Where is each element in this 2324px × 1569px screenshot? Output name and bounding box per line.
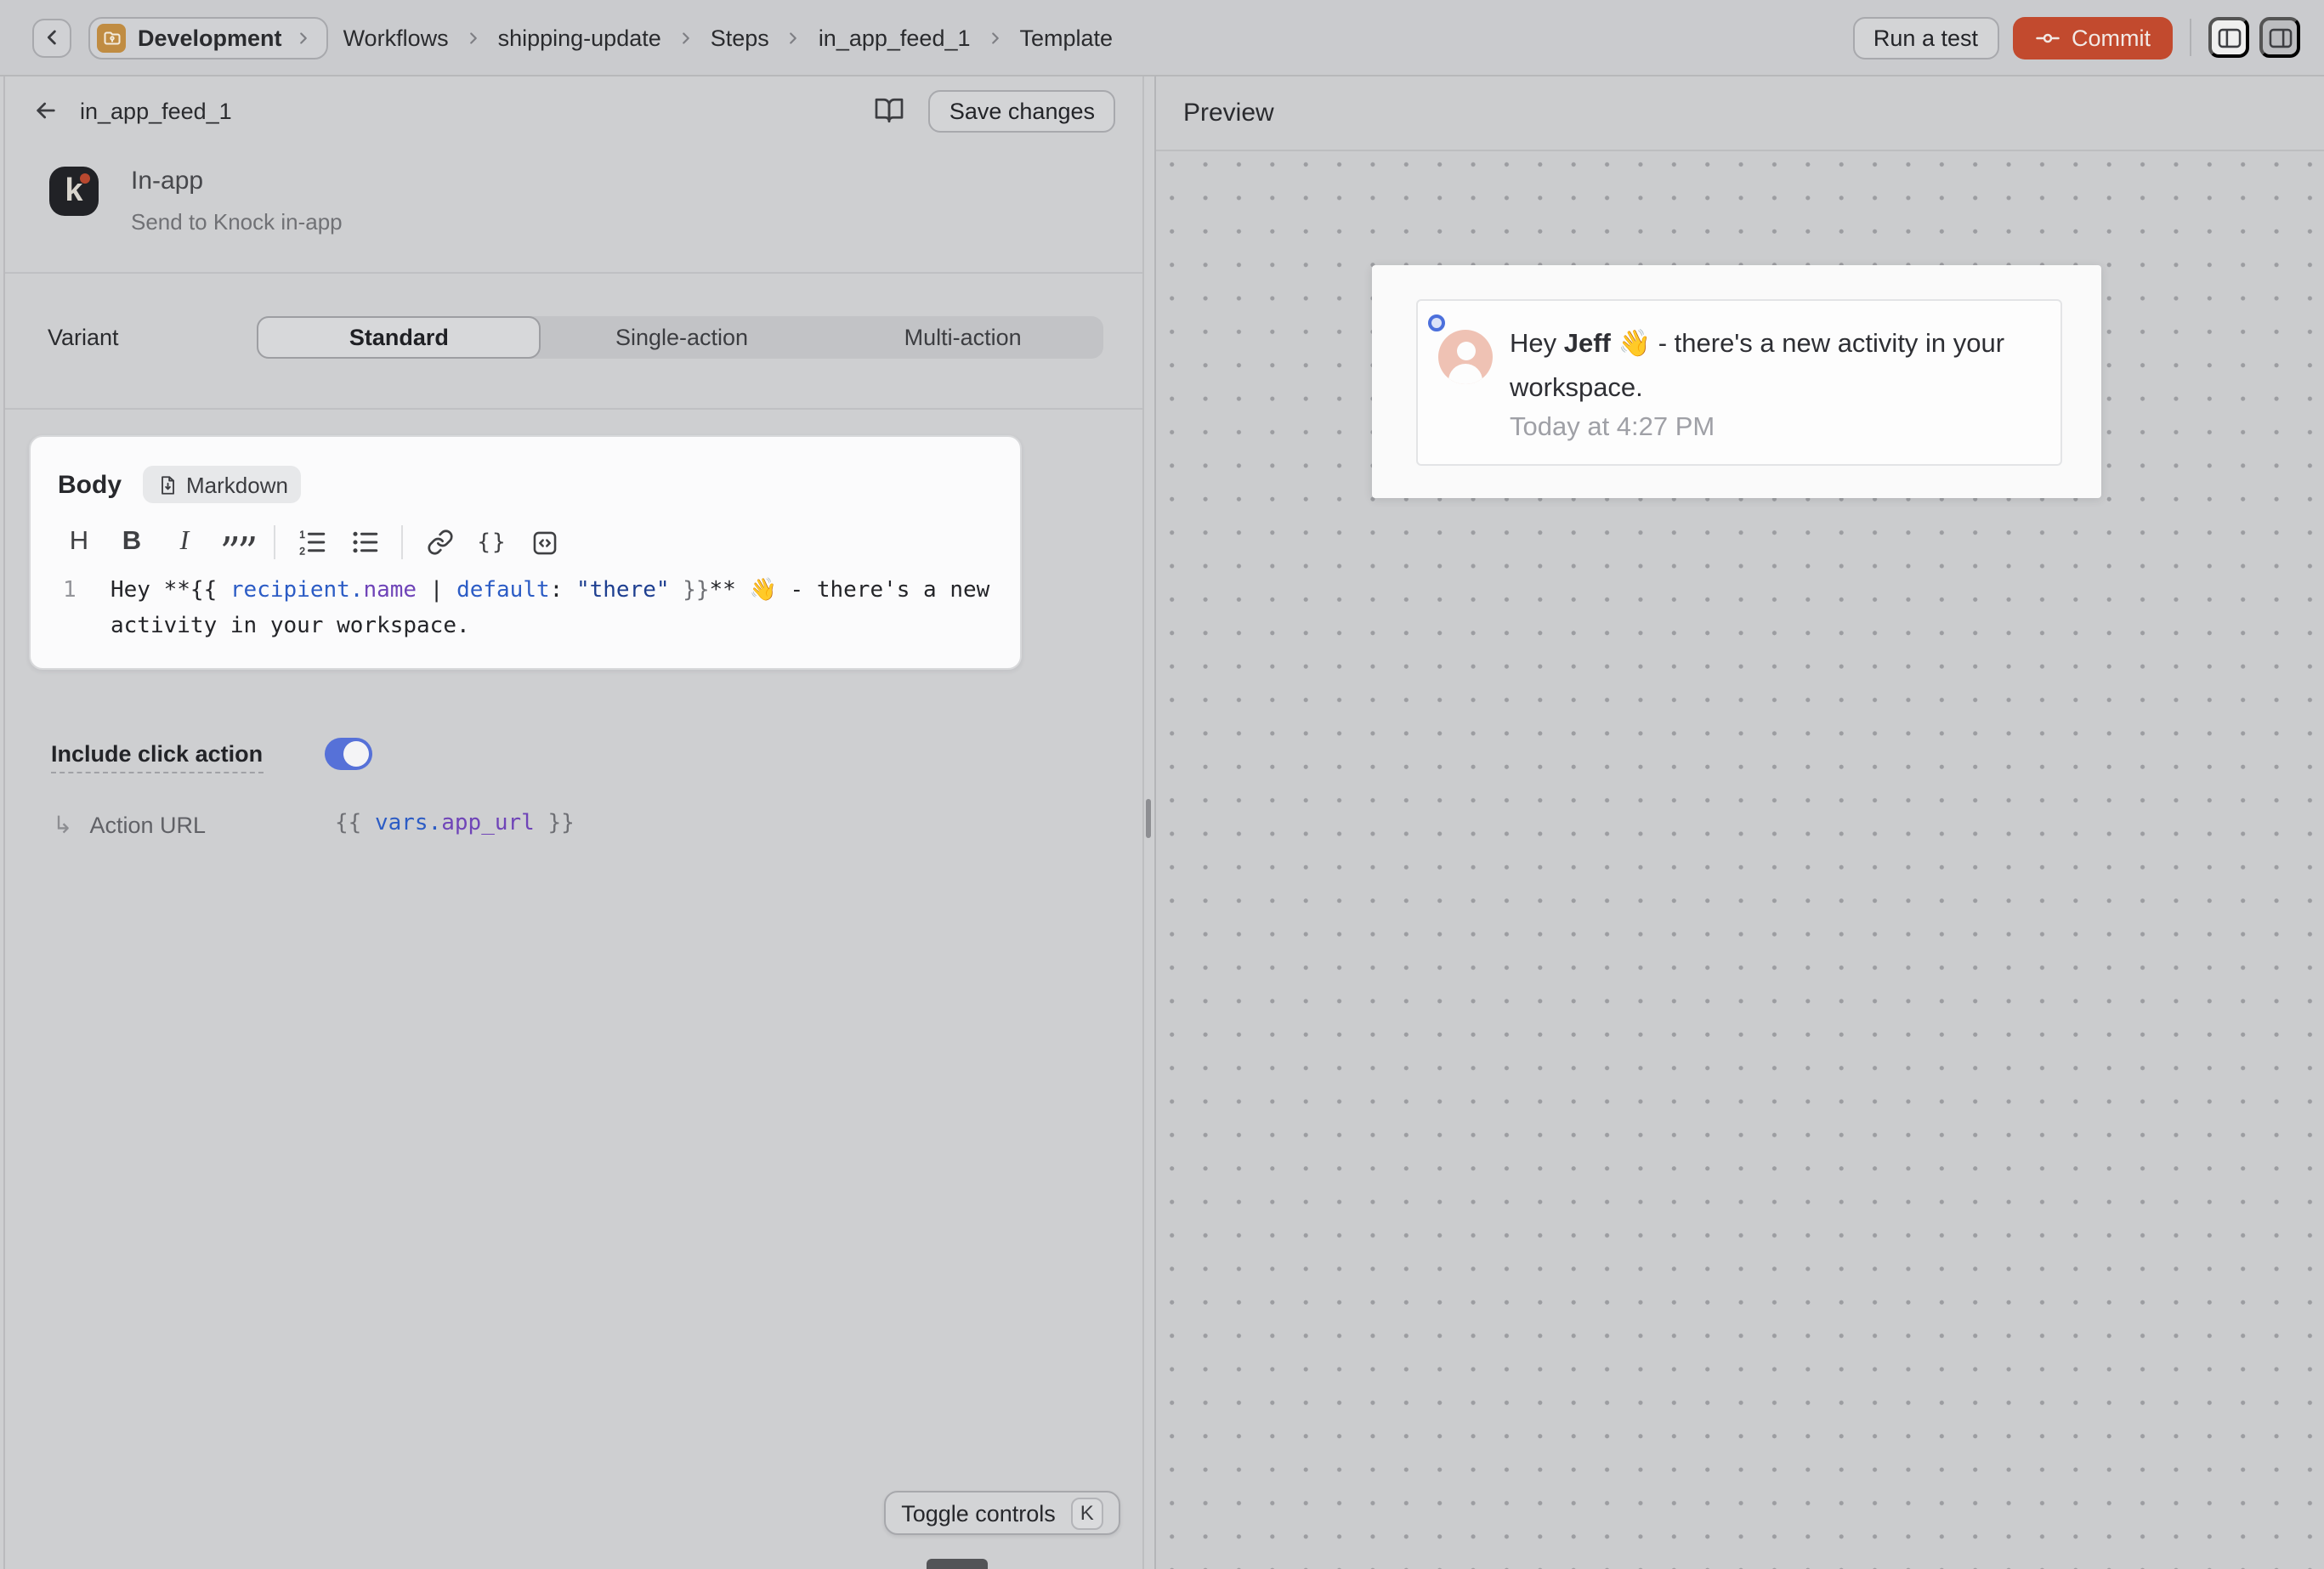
save-changes-button[interactable]: Save changes (929, 89, 1115, 132)
knock-logo: k (49, 167, 99, 216)
bullet-list-icon[interactable] (343, 522, 386, 563)
section-divider (5, 272, 1142, 274)
chevron-right-icon (785, 28, 803, 47)
ordered-list-icon[interactable]: 1 2 (291, 522, 333, 563)
toggle-right-panel-button[interactable] (2259, 17, 2300, 58)
preview-panel: Preview Hey Jeff 👋 - there's a new activ… (1154, 76, 2324, 1569)
hidden-controls-tab (927, 1559, 988, 1569)
knock-logo-dot (80, 173, 90, 184)
toolbar-divider (401, 525, 403, 559)
unread-indicator (1428, 314, 1445, 331)
body-label: Body (58, 470, 122, 499)
back-button[interactable] (32, 18, 71, 57)
step-title: in_app_feed_1 (80, 98, 232, 123)
code-block-icon[interactable] (524, 522, 566, 563)
recipient-name: Jeff (1564, 330, 1611, 359)
channel-description: Send to Knock in-app (131, 209, 343, 235)
variant-option-single-action[interactable]: Single-action (541, 316, 823, 359)
markdown-format-badge[interactable]: Markdown (142, 466, 302, 503)
template-editor-panel: in_app_feed_1 Save changes k In-app Send… (3, 76, 1144, 1569)
arrow-left-icon[interactable] (32, 97, 60, 124)
panel-resize-handle[interactable] (1146, 799, 1151, 838)
chevron-left-icon (40, 25, 64, 49)
include-click-action-toggle[interactable] (325, 738, 372, 770)
line-number: 1 (63, 573, 87, 644)
action-url-value[interactable]: {{ vars.app_url }} (335, 811, 575, 836)
breadcrumb-workflow-name[interactable]: shipping-update (498, 25, 661, 50)
variable-braces-icon[interactable]: {} (471, 522, 513, 563)
toggle-knob (343, 741, 369, 767)
toolbar-divider (274, 525, 275, 559)
top-bar: Development Workflows shipping-update St… (0, 0, 2324, 76)
environment-name: Development (138, 25, 282, 50)
channel-info: k In-app Send to Knock in-app (49, 167, 343, 235)
template-header: in_app_feed_1 Save changes (5, 76, 1142, 144)
app-window: Development Workflows shipping-update St… (0, 0, 2324, 1569)
svg-text:2: 2 (298, 545, 304, 557)
section-divider (5, 408, 1142, 410)
breadcrumb-steps[interactable]: Steps (711, 25, 769, 50)
markdown-badge-label: Markdown (186, 472, 288, 497)
variant-option-standard[interactable]: Standard (257, 316, 541, 359)
panel-right-icon (2265, 23, 2294, 52)
return-arrow-icon: ↳ (53, 810, 72, 839)
topbar-divider (2190, 19, 2191, 56)
toggle-controls-label: Toggle controls (901, 1500, 1056, 1526)
feed-preview-container: Hey Jeff 👋 - there's a new activity in y… (1372, 265, 2101, 498)
italic-icon[interactable]: I (163, 522, 206, 563)
chevron-right-icon (986, 28, 1005, 47)
avatar (1438, 330, 1493, 384)
link-icon[interactable] (418, 522, 461, 563)
keyboard-shortcut-badge: K (1071, 1497, 1103, 1529)
variant-option-multi-action[interactable]: Multi-action (822, 316, 1103, 359)
breadcrumb-step-name[interactable]: in_app_feed_1 (819, 25, 971, 50)
chevron-right-icon (464, 28, 483, 47)
docs-book-icon[interactable] (875, 95, 905, 126)
chevron-right-icon (677, 28, 695, 47)
body-code-editor[interactable]: 1 Hey **{{ recipient.name | default: "th… (31, 563, 1020, 644)
breadcrumb-workflows[interactable]: Workflows (343, 25, 449, 50)
code-line: activity in your workspace. (111, 609, 989, 644)
bold-icon[interactable]: B (111, 522, 153, 563)
toggle-left-panel-button[interactable] (2208, 17, 2249, 58)
editor-toolbar: H B I ”” 1 2 (31, 522, 1020, 563)
notification-cell: Hey Jeff 👋 - there's a new activity in y… (1416, 299, 2062, 466)
breadcrumb-template[interactable]: Template (1020, 25, 1114, 50)
notification-timestamp: Today at 4:27 PM (1510, 413, 1715, 444)
preview-canvas: Hey Jeff 👋 - there's a new activity in y… (1156, 151, 2324, 1569)
environment-switcher[interactable]: Development (88, 16, 328, 59)
run-a-test-button[interactable]: Run a test (1853, 16, 1998, 59)
channel-name: In-app (131, 167, 343, 195)
commit-label: Commit (2072, 25, 2151, 50)
environment-folder-icon (97, 23, 126, 52)
notification-message: Hey Jeff 👋 - there's a new activity in y… (1510, 323, 2030, 410)
preview-title: Preview (1183, 99, 1274, 127)
variant-segmented-control: Standard Single-action Multi-action (257, 316, 1103, 359)
breadcrumb: Workflows shipping-update Steps in_app_f… (343, 25, 1114, 50)
action-url-row: ↳ Action URL {{ vars.app_url }} (53, 809, 206, 840)
code-line: Hey **{{ recipient.name | default: "ther… (111, 573, 989, 609)
svg-text:1: 1 (298, 529, 304, 541)
action-url-label: Action URL (89, 812, 206, 837)
heading-icon[interactable]: H (58, 522, 100, 563)
blockquote-icon[interactable]: ”” (216, 522, 258, 563)
variant-label: Variant (48, 325, 119, 350)
include-click-action-label: Include click action (51, 740, 263, 773)
toggle-controls-button[interactable]: Toggle controls K (884, 1491, 1120, 1535)
avatar-person-icon (1456, 341, 1475, 360)
panel-left-icon (2214, 23, 2243, 52)
preview-header: Preview (1156, 76, 2324, 151)
chevron-right-icon (294, 28, 313, 47)
body-editor-card: Body Markdown H B I ”” (29, 435, 1022, 670)
commit-button[interactable]: Commit (2012, 16, 2173, 59)
markdown-file-icon (156, 473, 178, 496)
git-commit-icon (2034, 25, 2060, 50)
